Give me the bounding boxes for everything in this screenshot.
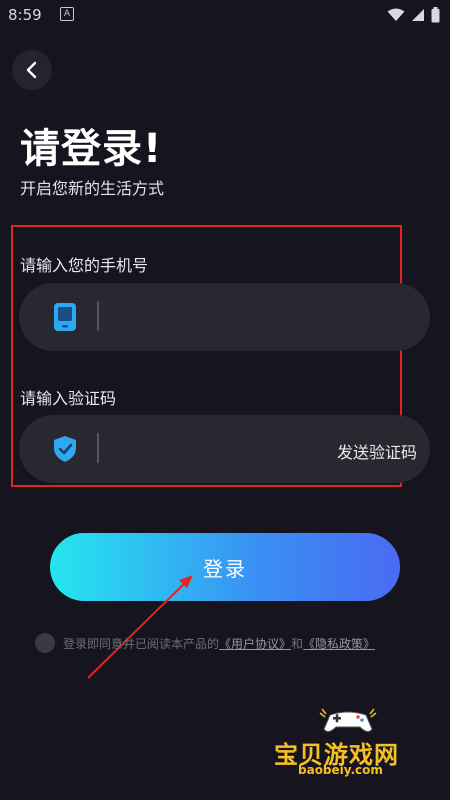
- status-bar: 8:59 A: [0, 0, 450, 30]
- watermark-logo: 宝贝游戏网 baobeiy.com: [268, 705, 438, 785]
- page-subtitle: 开启您新的生活方式: [20, 179, 165, 198]
- page-title: 请登录!: [20, 126, 163, 172]
- login-button[interactable]: 登录: [50, 533, 400, 601]
- verification-code-field[interactable]: 发送验证码: [19, 415, 430, 483]
- verification-code-input[interactable]: [111, 429, 335, 471]
- shield-check-icon: [54, 436, 76, 462]
- agreement-prefix: 登录即同意并已阅读本产品的: [63, 636, 220, 651]
- watermark-url: baobeiy.com: [298, 763, 383, 777]
- signal-icon: [412, 9, 424, 21]
- agreement-row: 登录即同意并已阅读本产品的《用户协议》和《隐私政策》: [35, 632, 435, 654]
- phone-field-label: 请输入您的手机号: [20, 256, 149, 275]
- battery-icon: [431, 7, 440, 23]
- field-divider: [97, 301, 99, 331]
- back-button[interactable]: [12, 50, 52, 90]
- status-indicators: [387, 7, 440, 23]
- agreement-checkbox[interactable]: [35, 633, 55, 653]
- phone-input[interactable]: [111, 297, 335, 339]
- agreement-text: 登录即同意并已阅读本产品的《用户协议》和《隐私政策》: [63, 635, 375, 652]
- agreement-conjunction: 和: [291, 636, 304, 651]
- chevron-left-icon: [26, 61, 37, 79]
- privacy-policy-link[interactable]: 《隐私政策》: [303, 637, 375, 651]
- status-time: 8:59: [8, 6, 42, 24]
- phone-icon: [54, 303, 76, 331]
- user-agreement-link[interactable]: 《用户协议》: [219, 637, 291, 651]
- code-field-label: 请输入验证码: [20, 389, 117, 408]
- login-button-label: 登录: [203, 556, 247, 581]
- send-code-button[interactable]: 发送验证码: [337, 439, 417, 463]
- notification-icon: A: [60, 7, 74, 21]
- field-divider: [97, 433, 99, 463]
- wifi-icon: [387, 8, 405, 21]
- phone-field[interactable]: [19, 283, 430, 351]
- gamepad-icon: [319, 708, 377, 733]
